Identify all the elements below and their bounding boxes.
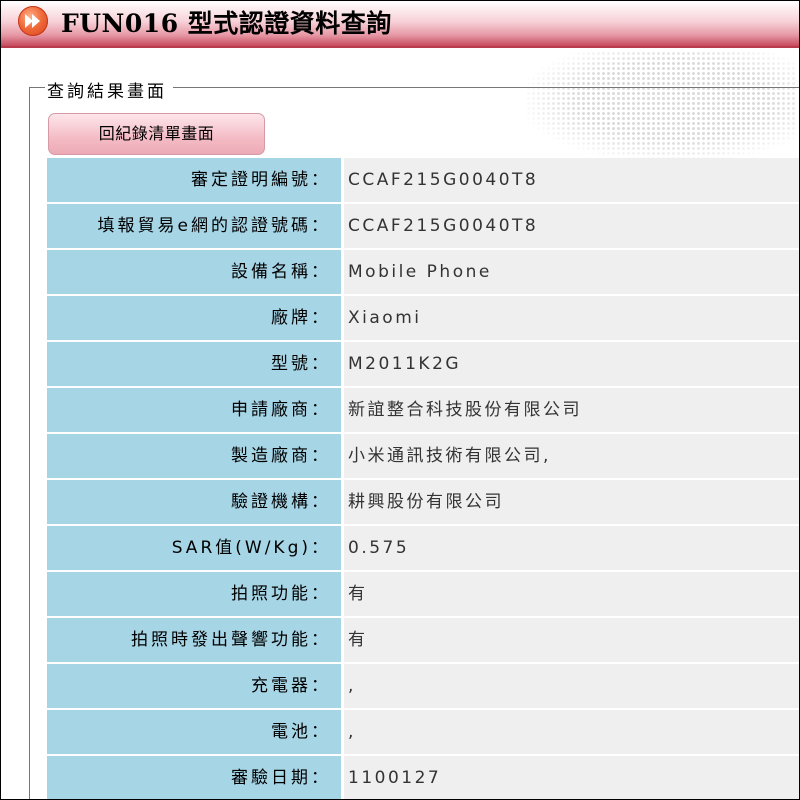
fast-forward-icon	[18, 6, 48, 36]
row-value: 耕興股份有限公司	[344, 480, 799, 524]
header-divider	[1, 46, 799, 48]
table-row: 拍照時發出聲響功能： 有	[47, 618, 799, 662]
row-label: 審驗日期：	[47, 756, 341, 799]
row-value: Mobile Phone	[344, 250, 799, 294]
row-label: 充電器：	[47, 664, 341, 708]
table-row: 電池： ,	[47, 710, 799, 754]
row-label: 填報貿易e網的認證號碼：	[47, 204, 341, 248]
table-row: 申請廠商： 新誼整合科技股份有限公司	[47, 388, 799, 432]
row-value: ,	[344, 710, 799, 754]
table-row: 填報貿易e網的認證號碼： CCAF215G0040T8	[47, 204, 799, 248]
row-value: 有	[344, 618, 799, 662]
row-label: 拍照時發出聲響功能：	[47, 618, 341, 662]
row-label: 驗證機構：	[47, 480, 341, 524]
table-row: 充電器： ,	[47, 664, 799, 708]
table-row: 製造廠商： 小米通訊技術有限公司,	[47, 434, 799, 478]
page-title: FUN016 型式認證資料查詢	[61, 9, 392, 38]
row-value: ,	[344, 664, 799, 708]
row-value: 有	[344, 572, 799, 616]
row-value: CCAF215G0040T8	[344, 204, 799, 248]
row-label: 拍照功能：	[47, 572, 341, 616]
table-row: 設備名稱： Mobile Phone	[47, 250, 799, 294]
row-label: 電池：	[47, 710, 341, 754]
row-label: 設備名稱：	[47, 250, 341, 294]
back-to-list-button[interactable]: 回紀錄清單畫面	[48, 113, 265, 155]
table-row: 型號： M2011K2G	[47, 342, 799, 386]
result-table: 審定證明編號： CCAF215G0040T8 填報貿易e網的認證號碼： CCAF…	[47, 158, 799, 799]
row-value: 1100127	[344, 756, 799, 799]
row-value: CCAF215G0040T8	[344, 158, 799, 202]
row-label: 申請廠商：	[47, 388, 341, 432]
row-value: 小米通訊技術有限公司,	[344, 434, 799, 478]
table-row: 審定證明編號： CCAF215G0040T8	[47, 158, 799, 202]
row-label: 型號：	[47, 342, 341, 386]
row-value: 新誼整合科技股份有限公司	[344, 388, 799, 432]
fieldset-legend: 查詢結果畫面	[45, 77, 173, 102]
table-row: 驗證機構： 耕興股份有限公司	[47, 480, 799, 524]
row-label: 製造廠商：	[47, 434, 341, 478]
row-value: Xiaomi	[344, 296, 799, 340]
table-row: 廠牌： Xiaomi	[47, 296, 799, 340]
row-label: SAR值(W/Kg)：	[47, 526, 341, 570]
row-value: M2011K2G	[344, 342, 799, 386]
row-label: 廠牌：	[47, 296, 341, 340]
table-row: 審驗日期： 1100127	[47, 756, 799, 799]
row-label: 審定證明編號：	[47, 158, 341, 202]
page-header: FUN016 型式認證資料查詢	[1, 1, 799, 46]
world-map-decoration	[526, 51, 796, 161]
row-value: 0.575	[344, 526, 799, 570]
table-row: 拍照功能： 有	[47, 572, 799, 616]
table-row: SAR值(W/Kg)： 0.575	[47, 526, 799, 570]
page-frame: FUN016 型式認證資料查詢 查詢結果畫面 回紀錄清單畫面 審定證明編號： C…	[0, 0, 800, 800]
fieldset-border-left	[29, 87, 30, 799]
